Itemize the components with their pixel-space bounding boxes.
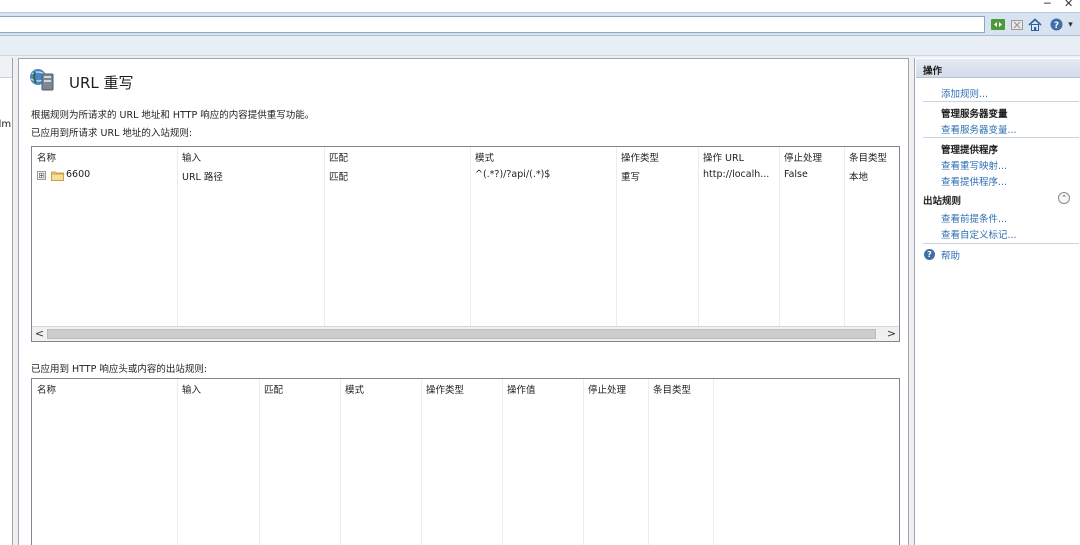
column-header-entry-type[interactable]: 条目类型 bbox=[653, 382, 691, 396]
server-variables-heading: 管理服务器变量 bbox=[941, 109, 1008, 120]
view-server-variables-link[interactable]: 查看服务器变量... bbox=[941, 122, 1017, 136]
cell-action-type: 重写 bbox=[621, 172, 641, 183]
actions-pane-header: 操作 bbox=[916, 59, 1080, 78]
cell-pattern: ^(.*?)/?api/(.*)$ bbox=[475, 169, 551, 180]
column-divider bbox=[422, 379, 503, 545]
address-bar[interactable] bbox=[0, 16, 985, 33]
folder-icon bbox=[51, 170, 64, 181]
url-rewrite-icon bbox=[29, 68, 55, 92]
help-icon: ? bbox=[924, 249, 935, 260]
separator bbox=[923, 101, 1079, 102]
scrollbar-thumb[interactable] bbox=[47, 329, 876, 339]
column-header-action-type[interactable]: 操作类型 bbox=[621, 150, 659, 164]
view-rewrite-maps-link[interactable]: 查看重写映射... bbox=[941, 158, 1007, 172]
column-divider bbox=[260, 379, 341, 545]
column-header-stop-processing[interactable]: 停止处理 bbox=[588, 382, 626, 396]
window-title-bar: ─ ✕ bbox=[0, 0, 1080, 12]
column-divider bbox=[178, 379, 260, 545]
separator bbox=[923, 137, 1079, 138]
outbound-rules-grid[interactable]: 名称 输入 匹配 模式 操作类型 操作值 停止处理 条目类型 bbox=[31, 378, 900, 545]
view-providers-link[interactable]: 查看提供程序... bbox=[941, 174, 1007, 188]
connections-pane: dm bbox=[0, 58, 13, 545]
inbound-rules-grid[interactable]: 名称 输入 匹配 模式 操作类型 操作 URL 停止处理 条目类型 ⊞ 6600… bbox=[31, 146, 900, 342]
home-icon[interactable] bbox=[1027, 17, 1042, 32]
stop-icon[interactable] bbox=[1009, 17, 1024, 32]
column-divider bbox=[503, 379, 584, 545]
view-custom-tags-link[interactable]: 查看自定义标记... bbox=[941, 227, 1017, 241]
column-divider bbox=[341, 379, 422, 545]
column-header-stop-processing[interactable]: 停止处理 bbox=[784, 150, 822, 164]
inbound-rules-label: 已应用到所请求 URL 地址的入站规则: bbox=[31, 128, 193, 139]
collapse-section-icon[interactable]: ⌃ bbox=[1058, 192, 1070, 204]
column-header-input[interactable]: 输入 bbox=[182, 150, 201, 164]
column-header-action-type[interactable]: 操作类型 bbox=[426, 382, 464, 396]
column-header-input[interactable]: 输入 bbox=[182, 382, 201, 396]
column-header-entry-type[interactable]: 条目类型 bbox=[849, 150, 887, 164]
close-button[interactable]: ✕ bbox=[1064, 0, 1073, 10]
column-header-action-value[interactable]: 操作值 bbox=[507, 382, 536, 396]
actions-pane-title: 操作 bbox=[923, 66, 943, 77]
add-rule-link[interactable]: 添加规则... bbox=[941, 86, 988, 100]
row-expander-icon[interactable]: ⊞ bbox=[37, 171, 46, 180]
outbound-rules-label: 已应用到 HTTP 响应头或内容的出站规则: bbox=[31, 364, 208, 375]
column-header-match[interactable]: 匹配 bbox=[329, 150, 348, 164]
column-divider bbox=[32, 379, 178, 545]
column-header-name[interactable]: 名称 bbox=[37, 150, 56, 164]
cell-input: URL 路径 bbox=[182, 172, 223, 183]
cell-rule-name[interactable]: 6600 bbox=[66, 169, 90, 180]
column-header-action-url[interactable]: 操作 URL bbox=[703, 150, 744, 164]
cell-entry-type: 本地 bbox=[849, 172, 869, 183]
column-header-name[interactable]: 名称 bbox=[37, 382, 56, 396]
outbound-rules-section-title[interactable]: 出站规则 bbox=[923, 193, 1079, 207]
column-divider bbox=[584, 379, 649, 545]
help-link[interactable]: 帮助 bbox=[941, 248, 960, 262]
connections-pane-header bbox=[0, 58, 12, 78]
feature-page: URL 重写 根据规则为所请求的 URL 地址和 HTTP 响应的内容提供重写功… bbox=[18, 58, 909, 545]
cell-action-url: http://localh... bbox=[703, 169, 770, 180]
minimize-button[interactable]: ─ bbox=[1044, 0, 1051, 10]
column-header-pattern[interactable]: 模式 bbox=[345, 382, 364, 396]
page-description: 根据规则为所请求的 URL 地址和 HTTP 响应的内容提供重写功能。 bbox=[31, 110, 315, 121]
address-bar-band: ? ▾ bbox=[0, 12, 1080, 36]
view-preconditions-link[interactable]: 查看前提条件... bbox=[941, 211, 1007, 225]
column-header-match[interactable]: 匹配 bbox=[264, 382, 283, 396]
toolbar-strip bbox=[0, 36, 1080, 56]
column-header-pattern[interactable]: 模式 bbox=[475, 150, 494, 164]
help-icon[interactable]: ? bbox=[1049, 17, 1064, 32]
cell-match: 匹配 bbox=[329, 172, 349, 183]
page-title: URL 重写 bbox=[69, 74, 134, 92]
column-divider bbox=[649, 379, 714, 545]
help-dropdown-chevron-icon[interactable]: ▾ bbox=[1063, 17, 1078, 32]
cell-stop-processing: False bbox=[784, 169, 808, 180]
scroll-left-button[interactable]: < bbox=[32, 328, 47, 341]
scroll-right-button[interactable]: > bbox=[884, 328, 899, 341]
back-forward-icon[interactable] bbox=[990, 17, 1005, 32]
horizontal-scrollbar[interactable]: < > bbox=[32, 326, 899, 341]
separator bbox=[923, 243, 1079, 244]
providers-heading: 管理提供程序 bbox=[941, 145, 999, 156]
actions-pane: 操作 添加规则... 管理服务器变量 查看服务器变量... 管理提供程序 查看重… bbox=[914, 58, 1080, 545]
svg-text:?: ? bbox=[1054, 21, 1059, 31]
connections-tree-item[interactable]: dm bbox=[0, 119, 11, 130]
